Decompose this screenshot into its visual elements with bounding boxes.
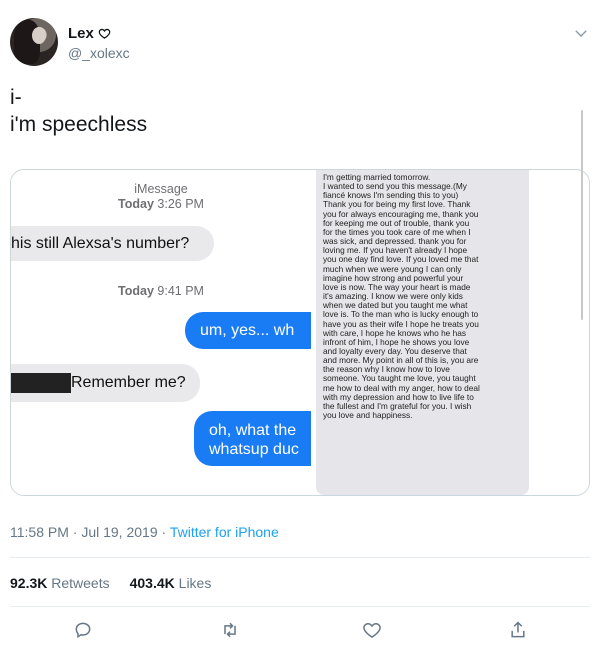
user-handle[interactable]: @_xolexc xyxy=(68,44,130,63)
reply-icon xyxy=(75,622,91,639)
imessage-screenshot: iMessage Today 3:26 PM his still Alexsa'… xyxy=(11,170,311,495)
tweet-line-1: i- xyxy=(10,86,22,109)
tweet-text: i- i'm speechless xyxy=(10,84,590,138)
heart-icon xyxy=(363,622,381,638)
timestamp-1-time: 3:26 PM xyxy=(157,197,204,211)
avatar-face xyxy=(32,27,46,44)
reply-button[interactable] xyxy=(73,620,97,644)
imessage-label: iMessage xyxy=(134,182,188,196)
meta-separator: · xyxy=(157,524,170,540)
tweet-meta: 11:58 PM · Jul 19, 2019 · Twitter for iP… xyxy=(10,522,279,542)
tweet-header: Lex @_xolexc xyxy=(10,18,590,70)
tweet-source-link[interactable]: Twitter for iPhone xyxy=(170,524,279,540)
share-icon xyxy=(511,621,525,638)
message-bubble-received-2: Remember me? xyxy=(11,364,200,402)
display-name-text[interactable]: Lex xyxy=(68,24,94,43)
message-bubble-sent-2-line1: oh, what the xyxy=(209,422,297,439)
message-bubble-received-1: his still Alexsa's number? xyxy=(11,226,214,261)
divider-bottom xyxy=(10,606,590,607)
display-name[interactable]: Lex xyxy=(68,24,130,43)
tweet-stats: 92.3K Retweets 403.4K Likes xyxy=(10,573,211,593)
heart-outline-icon xyxy=(98,28,111,39)
timestamp-1-day: Today xyxy=(118,197,154,211)
tweet-line-2: i'm speechless xyxy=(10,113,148,136)
likes-stat[interactable]: 403.4K Likes xyxy=(130,573,212,593)
retweet-button[interactable] xyxy=(220,620,244,644)
timestamp-1: Today 3:26 PM xyxy=(11,197,311,212)
likes-count: 403.4K xyxy=(129,575,175,591)
retweets-count: 92.3K xyxy=(10,575,48,591)
message-bubble-sent-2-line2: whatsup duc xyxy=(209,441,299,458)
chevron-down-icon[interactable] xyxy=(572,24,590,42)
retweets-stat[interactable]: 92.3K Retweets xyxy=(10,573,110,593)
timestamp-2: Today 9:41 PM xyxy=(11,284,311,299)
message-bubble-sent-2: oh, what the whatsup duc xyxy=(194,411,311,466)
media-scrollbar xyxy=(581,110,583,320)
likes-label: Likes xyxy=(178,575,212,591)
tweet-timestamp[interactable]: 11:58 PM · Jul 19, 2019 xyxy=(10,524,158,540)
tweet-actions xyxy=(0,620,600,644)
share-button[interactable] xyxy=(508,620,532,644)
message-bubble-received-2-text: Remember me? xyxy=(71,374,186,392)
message-bubble-sent-1: um, yes... wh xyxy=(185,312,311,349)
timestamp-2-time: 9:41 PM xyxy=(157,284,204,298)
retweet-icon xyxy=(224,622,236,638)
divider-top xyxy=(10,557,590,558)
user-name-block[interactable]: Lex @_xolexc xyxy=(68,24,130,63)
timestamp-2-day: Today xyxy=(118,284,154,298)
tweet-media[interactable]: iMessage Today 3:26 PM his still Alexsa'… xyxy=(10,169,590,496)
letter-note: I'm getting married tomorrow. I wanted to… xyxy=(316,170,529,495)
avatar[interactable] xyxy=(10,18,58,66)
letter-line: you love and happiness. xyxy=(323,410,413,421)
retweets-label: Retweets xyxy=(51,575,110,591)
redacted-block xyxy=(11,373,71,393)
like-button[interactable] xyxy=(362,620,386,644)
